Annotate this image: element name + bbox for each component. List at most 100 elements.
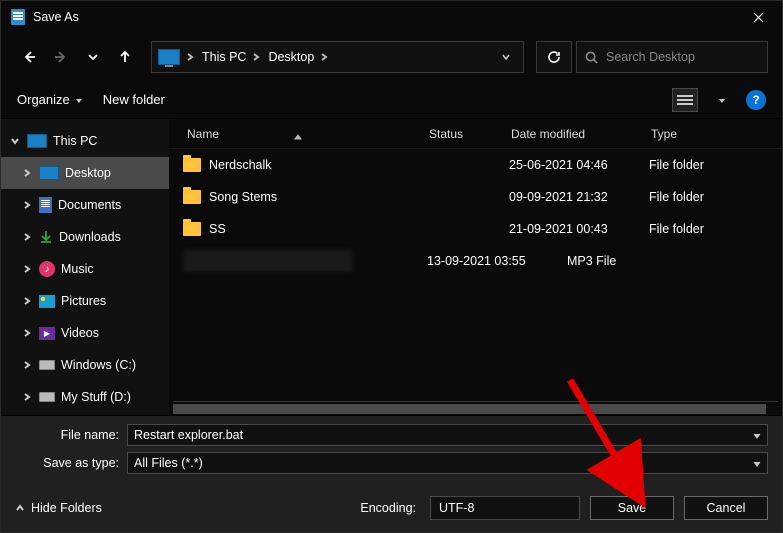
sidebar-item-label: Pictures [61,294,106,308]
sidebar-item-label: This PC [53,134,97,148]
chevron-right-icon[interactable] [186,50,196,64]
nav-row: This PC Desktop Search Desktop [1,33,782,81]
expand-icon[interactable] [21,393,33,401]
sidebar-item-label: My Stuff (D:) [61,390,131,404]
hide-folders-button[interactable]: Hide Folders [15,501,102,515]
expand-icon[interactable] [21,201,33,209]
breadcrumb-root[interactable]: This PC [202,50,246,64]
titlebar: Save As [1,1,782,33]
savetype-label: Save as type: [15,456,127,470]
address-dropdown[interactable] [495,53,517,61]
expand-icon[interactable] [21,329,33,337]
folder-icon [183,222,201,236]
disk-icon [39,392,55,402]
doc-icon [39,197,52,213]
toolbar: Organize New folder ? [1,81,782,119]
monitor-icon [39,166,59,180]
sidebar-item-my-stuff-d-[interactable]: My Stuff (D:) [1,381,169,413]
file-pane: Name Status Date modified Type Nerdschal… [169,119,782,415]
savetype-select[interactable]: All Files (*.*) [127,452,768,474]
file-list: Nerdschalk25-06-2021 04:46File folderSon… [169,149,782,401]
col-status[interactable]: Status [419,127,501,141]
sidebar-item-documents[interactable]: Documents [1,189,169,221]
file-date: 21-09-2021 00:43 [501,222,641,236]
bottom-panel: File name: Restart explorer.bat Save as … [1,415,782,532]
search-input[interactable]: Search Desktop [576,41,768,73]
sidebar-item-windows-c-[interactable]: Windows (C:) [1,349,169,381]
app-icon [11,9,25,25]
chevron-right-icon[interactable] [320,50,330,64]
monitor-icon [27,134,47,148]
filename-label: File name: [15,428,127,442]
dl-icon [39,230,53,244]
close-button[interactable] [736,1,780,33]
sidebar-item-label: Downloads [59,230,121,244]
save-button[interactable]: Save [590,496,674,520]
sidebar-item-videos[interactable]: Videos [1,317,169,349]
view-button[interactable] [672,88,698,112]
file-date: 25-06-2021 04:46 [501,158,641,172]
file-row[interactable]: 13-09-2021 03:55MP3 File [169,245,782,277]
col-name[interactable]: Name [169,127,419,141]
file-name: Nerdschalk [209,158,272,172]
vid-icon [39,327,55,340]
folder-icon [183,190,201,204]
folder-icon [183,158,201,172]
expand-icon[interactable] [9,137,21,145]
sort-asc-icon [294,129,302,143]
up-button[interactable] [111,43,139,71]
chevron-down-icon[interactable] [753,428,761,442]
help-button[interactable]: ? [746,90,766,110]
music-icon [39,261,55,277]
file-name: Song Stems [209,190,277,204]
pic-icon [39,295,55,308]
col-type[interactable]: Type [641,127,782,141]
sidebar-item-this-pc[interactable]: This PC [1,125,169,157]
sidebar-item-desktop[interactable]: Desktop [1,157,169,189]
chevron-right-icon[interactable] [252,50,262,64]
window-title: Save As [33,10,736,24]
cancel-button[interactable]: Cancel [684,496,768,520]
encoding-select[interactable]: UTF-8 [430,496,580,520]
file-row[interactable]: Song Stems09-09-2021 21:32File folder [169,181,782,213]
col-date[interactable]: Date modified [501,127,641,141]
new-folder-button[interactable]: New folder [103,92,165,107]
horizontal-scrollbar[interactable] [173,401,778,415]
search-placeholder: Search Desktop [606,50,695,64]
forward-button[interactable] [47,43,75,71]
file-row[interactable]: Nerdschalk 25-06-2021 04:46File folder [169,149,782,181]
redacted-filename [183,250,353,272]
expand-icon[interactable] [21,361,33,369]
view-dropdown[interactable] [718,93,726,107]
sidebar-item-label: Windows (C:) [61,358,136,372]
file-row[interactable]: SS 21-09-2021 00:43File folder [169,213,782,245]
sidebar-item-label: Music [61,262,94,276]
breadcrumb-current[interactable]: Desktop [268,50,314,64]
sidebar-item-label: Videos [61,326,99,340]
expand-icon[interactable] [21,233,33,241]
filename-input[interactable]: Restart explorer.bat [127,424,768,446]
sidebar: This PC Desktop Documents Downloads Music Pic… [1,119,169,415]
sidebar-item-music[interactable]: Music [1,253,169,285]
sidebar-item-pictures[interactable]: Pictures [1,285,169,317]
expand-icon[interactable] [21,265,33,273]
file-name: SS [209,222,226,236]
disk-icon [39,360,55,370]
file-date: 13-09-2021 03:55 [419,254,559,268]
pc-icon [158,49,180,65]
expand-icon[interactable] [21,297,33,305]
chevron-down-icon[interactable] [753,456,761,470]
back-button[interactable] [15,43,43,71]
sidebar-item-label: Documents [58,198,121,212]
file-type: File folder [641,158,782,172]
sidebar-item-downloads[interactable]: Downloads [1,221,169,253]
organize-button[interactable]: Organize [17,92,83,107]
refresh-button[interactable] [536,41,572,73]
address-bar[interactable]: This PC Desktop [151,41,524,73]
file-type: File folder [641,190,782,204]
file-type: File folder [641,222,782,236]
sidebar-item-label: Desktop [65,166,111,180]
recent-button[interactable] [79,43,107,71]
column-header: Name Status Date modified Type [169,119,782,149]
expand-icon[interactable] [21,169,33,177]
